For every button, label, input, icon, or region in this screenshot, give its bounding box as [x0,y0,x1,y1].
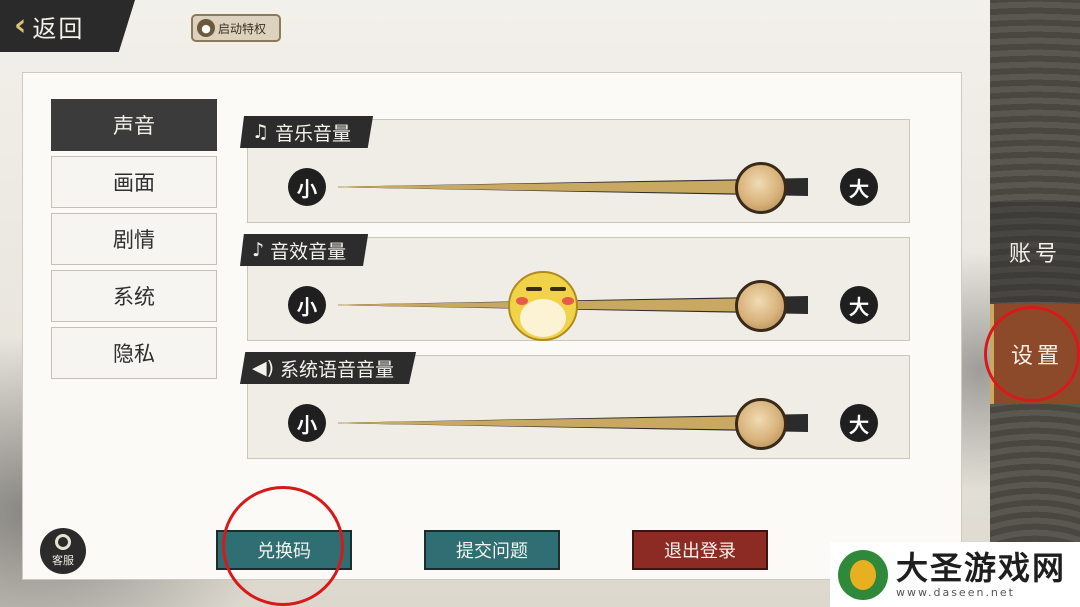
chick-mascot [496,265,590,345]
wechat-icon: ● [197,19,215,37]
settings-tabs: 声音 画面 剧情 系统 隐私 [51,99,219,384]
site-watermark: 大圣游戏网 www.daseen.net [830,542,1080,607]
side-nav: 账号 设置 [990,0,1080,607]
watermark-url: www.daseen.net [896,586,1015,599]
volume-max-label: 大 [840,168,878,206]
tab-story[interactable]: 剧情 [51,213,217,265]
eighth-note-icon: ♪ [252,239,265,261]
side-nav-account[interactable]: 账号 [990,202,1080,302]
tab-sound[interactable]: 声音 [51,99,217,151]
voice-volume-slider[interactable]: 小 大 [288,398,878,450]
wechat-privilege-label: 启动特权 [218,21,267,36]
music-volume-slider[interactable]: 小 大 [288,162,878,214]
slider-knob[interactable] [735,280,787,332]
voice-volume-panel: ◀) 系统语音音量 小 大 [240,352,910,459]
tab-system[interactable]: 系统 [51,270,217,322]
customer-service-button[interactable]: 客服 [40,528,86,574]
headset-icon [55,534,71,550]
sfx-volume-title: ♪ 音效音量 [240,234,369,266]
mascot-cheek [516,297,528,305]
tab-graphics[interactable]: 画面 [51,156,217,208]
voice-volume-title: ◀) 系统语音音量 [240,352,417,384]
watermark-title: 大圣游戏网 [896,549,1067,587]
redeem-code-button[interactable]: 兑换码 [216,530,352,570]
voice-volume-label: 系统语音音量 [280,358,395,381]
speaker-icon: ◀) [252,357,275,379]
settings-panel: 声音 画面 剧情 系统 隐私 ♫ 音乐音量 小 大 ♪ 音效音量 小 大 ◀) … [22,72,962,580]
mascot-eye [550,287,566,291]
volume-max-label: 大 [840,286,878,324]
music-volume-title: ♫ 音乐音量 [240,116,374,148]
back-label: 返回 [32,14,85,43]
back-button[interactable]: ‹ 返回 [0,0,135,52]
tab-privacy[interactable]: 隐私 [51,327,217,379]
mascot-cheek [562,297,574,305]
volume-max-label: 大 [840,404,878,442]
side-nav-settings[interactable]: 设置 [990,304,1080,404]
logout-button[interactable]: 退出登录 [632,530,768,570]
music-note-icon: ♫ [252,121,270,143]
chevron-left-icon: ‹ [14,8,27,43]
volume-min-label: 小 [288,286,326,324]
music-volume-label: 音乐音量 [275,122,352,145]
customer-service-label: 客服 [52,554,74,567]
mascot-belly [520,299,566,337]
volume-min-label: 小 [288,404,326,442]
volume-min-label: 小 [288,168,326,206]
slider-knob[interactable] [735,398,787,450]
wechat-privilege-button[interactable]: ● 启动特权 [191,14,281,42]
watermark-logo-icon [838,549,888,600]
mascot-eye [526,287,542,291]
sfx-volume-label: 音效音量 [270,240,347,263]
slider-knob[interactable] [735,162,787,214]
music-volume-panel: ♫ 音乐音量 小 大 [240,116,910,223]
submit-issue-button[interactable]: 提交问题 [424,530,560,570]
